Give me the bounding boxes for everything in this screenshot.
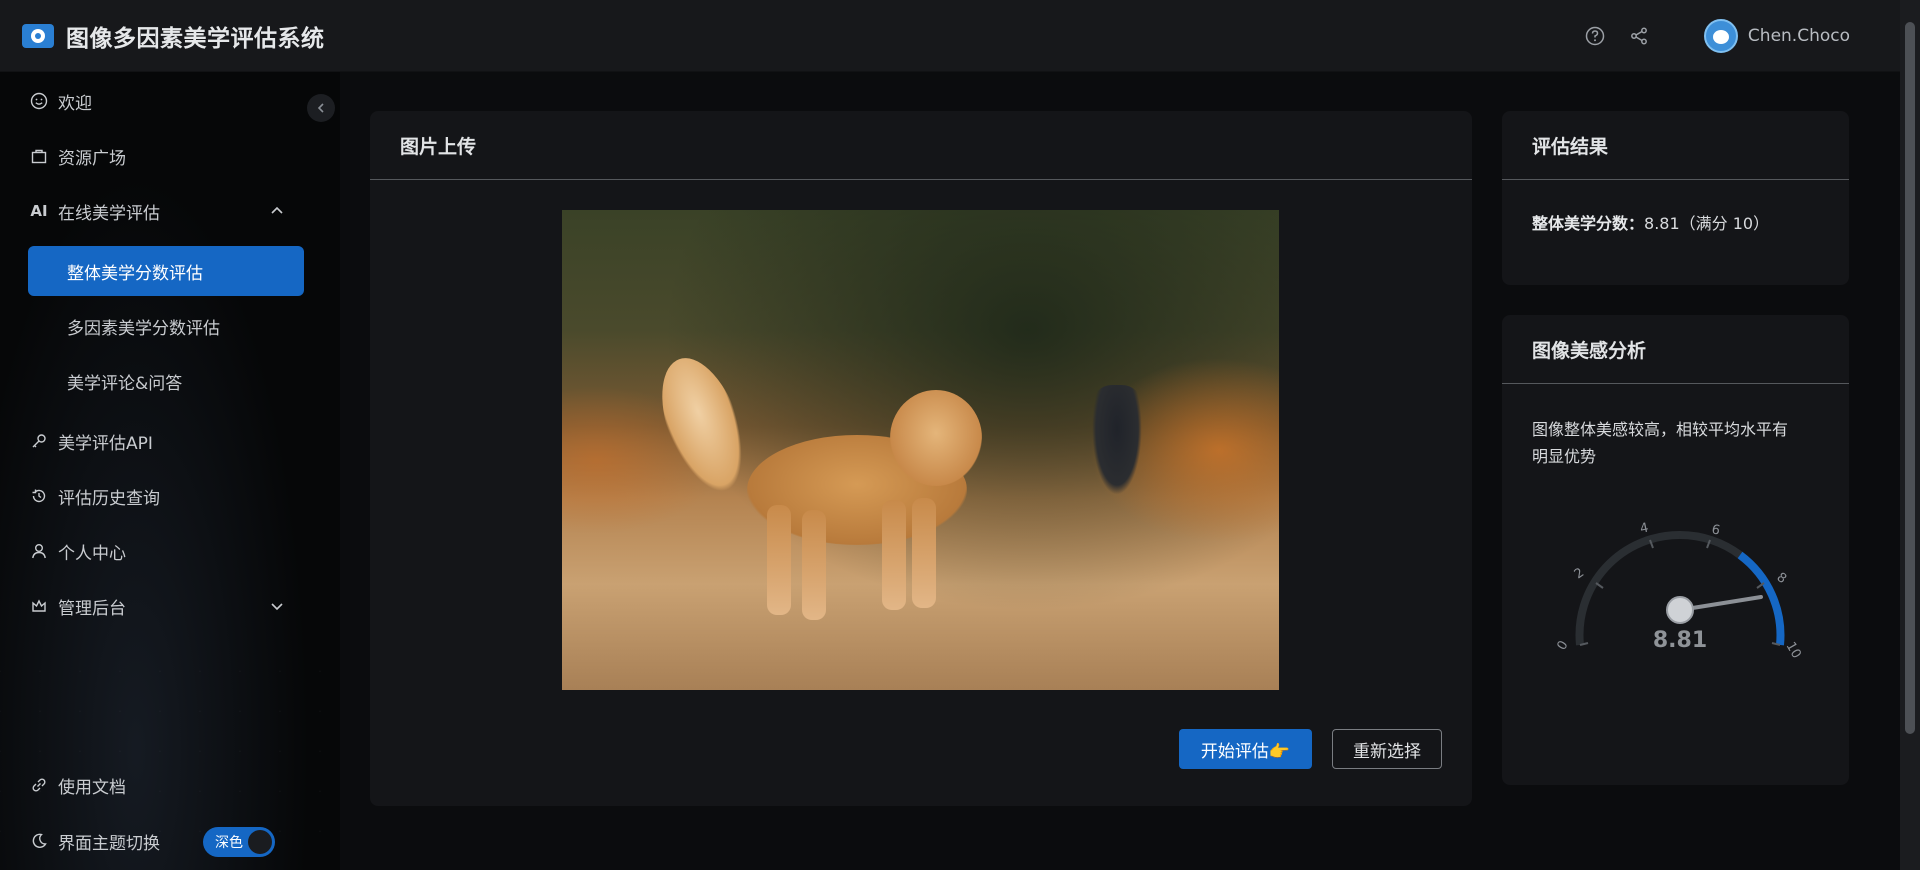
sidebar-item-label: 在线美学评估 xyxy=(58,203,160,224)
theme-label: 界面主题切换 xyxy=(58,833,160,854)
gauge-tick-label: 8 xyxy=(1774,570,1789,587)
score-value: 8.81（满分 10） xyxy=(1644,214,1770,233)
sidebar-item-label: 评估历史查询 xyxy=(58,488,160,509)
subitem-label: 多因素美学分数评估 xyxy=(67,318,220,339)
app-title: 图像多因素美学评估系统 xyxy=(66,25,325,52)
sidebar-item-history[interactable]: 评估历史查询 xyxy=(28,476,160,516)
app-root: 图像多因素美学评估系统 Chen.Choco 欢迎 资源广场 AI 在线美学评估… xyxy=(0,0,1920,870)
result-card: 评估结果 整体美学分数：8.81（满分 10） xyxy=(1502,111,1849,285)
chevron-down-icon[interactable] xyxy=(268,597,286,615)
smile-icon xyxy=(28,90,50,112)
score-label: 整体美学分数： xyxy=(1532,214,1645,233)
gauge-tick-label: 0 xyxy=(1554,638,1571,653)
sidebar-item-api[interactable]: 美学评估API xyxy=(28,421,153,461)
analysis-text: 图像整体美感较高，相较平均水平有 明显优势 xyxy=(1532,420,1789,466)
upload-card: 图片上传 开始评估👉 重新选择 xyxy=(370,111,1472,806)
sidebar-item-online-eval[interactable]: AI 在线美学评估 xyxy=(28,191,288,231)
sidebar-item-label: 美学评估API xyxy=(58,433,153,454)
avatar xyxy=(1703,19,1738,53)
chevron-left-icon xyxy=(317,103,324,113)
sidebar-item-label: 资源广场 xyxy=(58,148,126,169)
gauge-tick-label: 6 xyxy=(1710,522,1721,538)
gauge-tick-label: 10 xyxy=(1783,640,1804,662)
toggle-knob xyxy=(248,830,272,854)
gauge-tick-label: 2 xyxy=(1572,565,1587,582)
score-gauge: 0 2 4 6 8 10 8.81 xyxy=(1554,521,1804,662)
chevron-up-icon[interactable] xyxy=(268,202,286,220)
start-evaluation-button[interactable]: 开始评估👉 xyxy=(1179,729,1312,769)
subitem-comments-qa[interactable]: 美学评论&问答 xyxy=(28,356,304,406)
theme-toggle-label: 深色 xyxy=(215,835,243,851)
sidebar-item-theme: 界面主题切换 xyxy=(28,821,160,861)
theme-toggle[interactable]: 深色 xyxy=(203,827,275,857)
camera-logo-icon xyxy=(22,23,54,48)
ai-icon: AI xyxy=(30,202,48,220)
sidebar: 欢迎 资源广场 AI 在线美学评估 整体美学分数评估 多因素美学分数评估 美学评… xyxy=(0,72,340,870)
analysis-card-title: 图像美感分析 xyxy=(1502,315,1849,384)
subitem-multifactor-score[interactable]: 多因素美学分数评估 xyxy=(28,301,304,351)
reselect-button[interactable]: 重新选择 xyxy=(1332,729,1442,769)
gauge-tick-label: 4 xyxy=(1639,521,1650,537)
collapse-sidebar-button[interactable] xyxy=(307,94,335,122)
result-summary: 整体美学分数：8.81（满分 10） xyxy=(1502,180,1849,264)
uploaded-image xyxy=(562,210,1279,690)
crown-icon xyxy=(28,595,50,617)
analysis-card: 图像美感分析 图像整体美感较高，相较平均水平有 明显优势 0 2 4 6 8 1… xyxy=(1502,315,1849,785)
user-icon xyxy=(28,540,50,562)
bag-icon xyxy=(28,145,50,167)
dog-head xyxy=(890,390,982,486)
sidebar-item-label: 管理后台 xyxy=(58,598,126,619)
sidebar-item-label: 欢迎 xyxy=(58,93,92,114)
sidebar-item-label: 个人中心 xyxy=(58,543,126,564)
share-icon[interactable] xyxy=(1628,25,1650,47)
key-icon xyxy=(28,430,50,452)
history-icon xyxy=(28,485,50,507)
subitem-label: 整体美学分数评估 xyxy=(67,263,203,284)
top-header: 图像多因素美学评估系统 Chen.Choco xyxy=(0,0,1900,72)
background-dog xyxy=(1092,385,1142,495)
subitem-overall-score[interactable]: 整体美学分数评估 xyxy=(28,246,304,296)
link-icon xyxy=(28,774,50,796)
page-scrollbar[interactable] xyxy=(1900,0,1920,870)
header-actions: Chen.Choco xyxy=(1584,0,1850,72)
subitem-label: 美学评论&问答 xyxy=(67,373,183,394)
sidebar-item-resources[interactable]: 资源广场 xyxy=(28,136,126,176)
gauge-value: 8.81 xyxy=(1653,628,1707,653)
sidebar-item-label: 使用文档 xyxy=(58,777,126,798)
scrollbar-thumb[interactable] xyxy=(1905,22,1915,734)
gauge-hub xyxy=(1666,596,1694,624)
user-menu[interactable]: Chen.Choco xyxy=(1703,19,1850,53)
sidebar-item-profile[interactable]: 个人中心 xyxy=(28,531,126,571)
username: Chen.Choco xyxy=(1747,26,1850,46)
moon-icon xyxy=(28,830,50,852)
sidebar-item-welcome[interactable]: 欢迎 xyxy=(28,81,92,121)
help-icon[interactable] xyxy=(1584,25,1606,47)
app-logo[interactable]: 图像多因素美学评估系统 xyxy=(22,19,325,53)
sidebar-item-admin[interactable]: 管理后台 xyxy=(28,586,288,626)
sidebar-item-docs[interactable]: 使用文档 xyxy=(28,765,126,805)
upload-card-title: 图片上传 xyxy=(370,111,1472,180)
result-card-title: 评估结果 xyxy=(1502,111,1849,180)
